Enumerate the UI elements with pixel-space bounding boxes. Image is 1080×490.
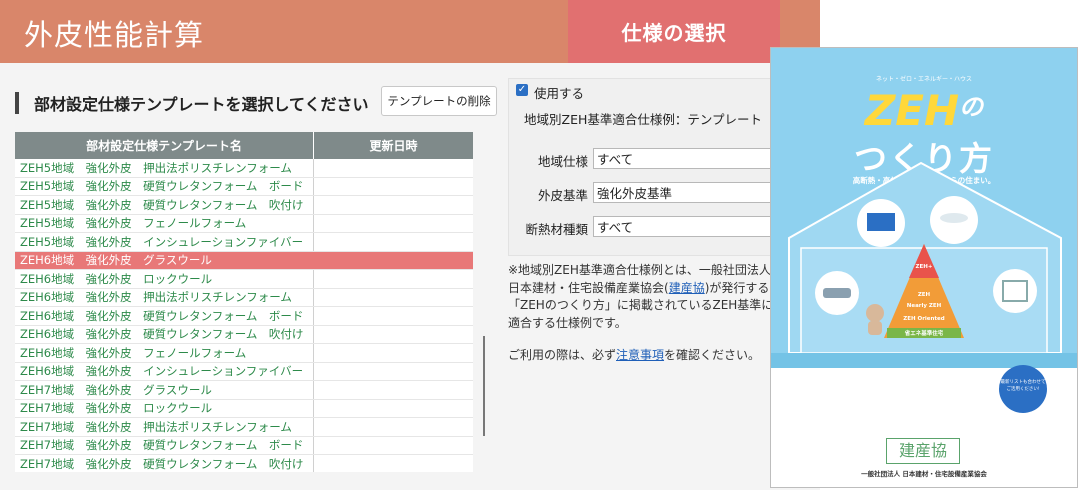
updated-date-cell (314, 418, 473, 436)
table-row[interactable]: ZEH6地域 強化外皮 グラスウール (15, 251, 473, 270)
table-row[interactable]: ZEH6地域 強化外皮 ロックウール (15, 270, 473, 289)
template-name-cell: ZEH6地域 強化外皮 硬質ウレタンフォーム ボード (15, 307, 314, 325)
pyramid-zeh: ZEH (918, 292, 931, 298)
kensankyo-logo: 建産協 (886, 438, 960, 464)
updated-date-cell (314, 455, 473, 472)
template-name-cell: ZEH6地域 強化外皮 フェノールフォーム (15, 344, 314, 362)
window-icon (993, 269, 1037, 313)
updated-date-cell (314, 363, 473, 381)
table-row[interactable]: ZEH7地域 強化外皮 硬質ウレタンフォーム ボード (15, 436, 473, 455)
section-marker (15, 92, 19, 114)
panel-subtitle: 地域別ZEH基準適合仕様例：テンプレート (524, 112, 762, 127)
app-header: 外皮性能計算 仕様の選択 (0, 0, 820, 63)
table-row[interactable]: ZEH5地域 強化外皮 硬質ウレタンフォーム ボード (15, 177, 473, 196)
table-header: 部材設定仕様テンプレート名 更新日時 (15, 132, 473, 159)
section-heading: 部材設定仕様テンプレートを選択してください (34, 95, 369, 114)
updated-date-cell (314, 307, 473, 325)
template-name-cell: ZEH6地域 強化外皮 グラスウール (15, 251, 314, 269)
table-row[interactable]: ZEH7地域 強化外皮 グラスウール (15, 381, 473, 400)
car-icon (815, 271, 859, 315)
caution-link[interactable]: 注意事項 (616, 348, 664, 362)
delete-template-button[interactable]: テンプレートの削除 (381, 86, 497, 116)
insulation-type-label: 断熱材種類 (525, 222, 588, 237)
envelope-standard-label: 外皮基準 (537, 188, 588, 203)
template-name-cell: ZEH5地域 強化外皮 硬質ウレタンフォーム 吹付け (15, 196, 314, 214)
table-row[interactable]: ZEH5地域 強化外皮 押出法ポリスチレンフォーム (15, 159, 473, 178)
pyramid-nearly-zeh: Nearly ZEH (907, 303, 942, 309)
column-header-name[interactable]: 部材設定仕様テンプレート名 (15, 132, 314, 159)
table-row[interactable]: ZEH7地域 強化外皮 硬質ウレタンフォーム 吹付け (15, 455, 473, 472)
table-row[interactable]: ZEH5地域 強化外皮 インシュレーションファイバー (15, 233, 473, 252)
updated-date-cell (314, 289, 473, 307)
template-name-cell: ZEH7地域 強化外皮 ロックウール (15, 399, 314, 417)
template-name-cell: ZEH5地域 強化外皮 フェノールフォーム (15, 214, 314, 232)
updated-date-cell (314, 400, 473, 418)
updated-date-cell (314, 159, 473, 177)
zeh-brochure-image: ネット・ゼロ・エネルギー・ハウス ZEHの つくり方 高断熱・高効率設備のこれか… (770, 47, 1078, 488)
usage-note: ご利用の際は、必ず注意事項を確認ください。 (508, 346, 760, 363)
template-name-cell: ZEH7地域 強化外皮 グラスウール (15, 381, 314, 399)
use-checkbox[interactable]: ✓ (516, 84, 528, 96)
template-name-cell: ZEH5地域 強化外皮 インシュレーションファイバー (15, 233, 314, 251)
updated-date-cell (314, 233, 473, 251)
usage-suffix: を確認ください。 (664, 348, 761, 362)
template-name-cell: ZEH6地域 強化外皮 押出法ポリスチレンフォーム (15, 288, 314, 306)
template-name-cell: ZEH5地域 強化外皮 押出法ポリスチレンフォーム (15, 159, 314, 177)
column-header-updated[interactable]: 更新日時 (314, 132, 473, 159)
pyramid-base: 省エネ基準住宅 (904, 329, 944, 337)
template-name-cell: ZEH7地域 強化外皮 硬質ウレタンフォーム 吹付け (15, 455, 314, 472)
updated-date-cell (314, 437, 473, 455)
brochure-list-card: 最新リストも合わせてご活用ください! (999, 365, 1047, 413)
tab-spec-selection[interactable]: 仕様の選択 (568, 0, 780, 63)
template-name-cell: ZEH6地域 強化外皮 硬質ウレタンフォーム 吹付け (15, 325, 314, 343)
envelope-standard-select[interactable]: 強化外皮基準 (593, 182, 783, 203)
region-spec-label: 地域仕様 (537, 154, 588, 169)
zeh-note: ※地域別ZEH基準適合仕様例とは、一般社団法人日本建材・住宅設備産業協会(建産協… (508, 262, 778, 332)
table-row[interactable]: ZEH6地域 強化外皮 硬質ウレタンフォーム 吹付け (15, 325, 473, 344)
use-checkbox-label: 使用する (534, 86, 585, 101)
updated-date-cell (314, 215, 473, 233)
table-row[interactable]: ZEH5地域 強化外皮 フェノールフォーム (15, 214, 473, 233)
template-name-cell: ZEH5地域 強化外皮 硬質ウレタンフォーム ボード (15, 177, 314, 195)
table-row[interactable]: ZEH6地域 強化外皮 インシュレーションファイバー (15, 362, 473, 381)
template-name-cell: ZEH6地域 強化外皮 インシュレーションファイバー (15, 362, 314, 380)
table-body: ZEH5地域 強化外皮 押出法ポリスチレンフォーム ZEH5地域 強化外皮 硬質ウ… (15, 159, 473, 472)
table-row[interactable]: ZEH7地域 強化外皮 押出法ポリスチレンフォーム (15, 418, 473, 437)
pyramid-zeh-plus: ZEH+ (916, 264, 933, 270)
table-row[interactable]: ZEH7地域 強化外皮 ロックウール (15, 399, 473, 418)
table-scrollbar[interactable] (483, 336, 485, 436)
kensankyo-link[interactable]: 建産協 (669, 281, 705, 295)
insulation-type-select[interactable]: すべて (593, 216, 783, 237)
updated-date-cell (314, 344, 473, 362)
updated-date-cell (314, 196, 473, 214)
usage-prefix: ご利用の際は、必ず (508, 348, 617, 362)
solar-panel-icon (857, 199, 905, 247)
pyramid-zeh-oriented: ZEH Oriented (903, 316, 945, 322)
table-row[interactable]: ZEH6地域 強化外皮 フェノールフォーム (15, 344, 473, 363)
updated-date-cell (314, 326, 473, 344)
updated-date-cell (314, 178, 473, 196)
updated-date-cell (314, 381, 473, 399)
template-name-cell: ZEH7地域 強化外皮 硬質ウレタンフォーム ボード (15, 436, 314, 454)
template-name-cell: ZEH7地域 強化外皮 押出法ポリスチレンフォーム (15, 418, 314, 436)
lamp-icon (930, 196, 978, 244)
brochure-association: 一般社団法人 日本建材・住宅設備産業協会 (861, 470, 987, 478)
updated-date-cell (314, 270, 473, 288)
table-row[interactable]: ZEH6地域 強化外皮 硬質ウレタンフォーム ボード (15, 307, 473, 326)
table-row[interactable]: ZEH6地域 強化外皮 押出法ポリスチレンフォーム (15, 288, 473, 307)
template-table: 部材設定仕様テンプレート名 更新日時 ZEH5地域 強化外皮 押出法ポリスチレン… (15, 132, 473, 472)
updated-date-cell (314, 252, 473, 270)
app-title: 外皮性能計算 (24, 18, 205, 52)
template-name-cell: ZEH6地域 強化外皮 ロックウール (15, 270, 314, 288)
table-row[interactable]: ZEH5地域 強化外皮 硬質ウレタンフォーム 吹付け (15, 196, 473, 215)
region-spec-select[interactable]: すべて (593, 148, 783, 169)
